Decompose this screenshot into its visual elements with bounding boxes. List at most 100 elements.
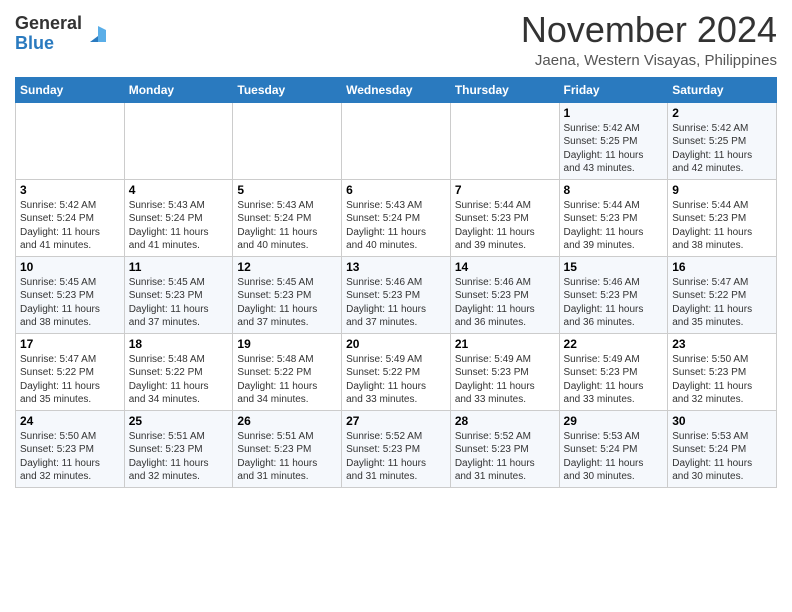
day-cell-30: 30 Sunrise: 5:53 AM Sunset: 5:24 PM Dayli… — [668, 410, 777, 487]
day-number: 26 — [237, 414, 337, 428]
day-number: 23 — [672, 337, 772, 351]
col-header-thursday: Thursday — [450, 77, 559, 102]
day-info: Sunrise: 5:48 AM Sunset: 5:22 PM Dayligh… — [237, 353, 337, 407]
location: Jaena, Western Visayas, Philippines — [521, 52, 777, 69]
day-info: Sunrise: 5:49 AM Sunset: 5:22 PM Dayligh… — [346, 353, 446, 407]
day-info: Sunrise: 5:42 AM Sunset: 5:25 PM Dayligh… — [564, 122, 664, 176]
logo: General Blue — [15, 10, 112, 54]
day-cell-16: 16Sunrise: 5:47 AM Sunset: 5:22 PM Dayli… — [668, 256, 777, 333]
day-cell-1: 1Sunrise: 5:42 AM Sunset: 5:25 PM Daylig… — [559, 102, 668, 179]
day-number: 3 — [20, 183, 120, 197]
week-row-1: 1Sunrise: 5:42 AM Sunset: 5:25 PM Daylig… — [16, 102, 777, 179]
day-number: 28 — [455, 414, 555, 428]
col-header-sunday: Sunday — [16, 77, 125, 102]
day-number: 6 — [346, 183, 446, 197]
empty-cell — [124, 102, 233, 179]
calendar-header: SundayMondayTuesdayWednesdayThursdayFrid… — [16, 77, 777, 102]
day-cell-20: 20 Sunrise: 5:49 AM Sunset: 5:22 PM Dayli… — [342, 333, 451, 410]
day-cell-12: 12 Sunrise: 5:45 AM Sunset: 5:23 PM Dayli… — [233, 256, 342, 333]
month-title: November 2024 — [521, 10, 777, 50]
day-cell-10: 10 Sunrise: 5:45 AM Sunset: 5:23 PM Dayli… — [16, 256, 125, 333]
day-cell-14: 14Sunrise: 5:46 AM Sunset: 5:23 PM Dayli… — [450, 256, 559, 333]
day-cell-5: 5 Sunrise: 5:43 AM Sunset: 5:24 PM Daylig… — [233, 179, 342, 256]
header: General Blue November 2024 Jaena, Wester… — [15, 10, 777, 69]
day-info: Sunrise: 5:53 AM Sunset: 5:24 PM Dayligh… — [672, 430, 772, 484]
day-number: 18 — [129, 337, 229, 351]
day-info: Sunrise: 5:44 AM Sunset: 5:23 PM Dayligh… — [455, 199, 555, 253]
day-cell-15: 15 Sunrise: 5:46 AM Sunset: 5:23 PM Dayli… — [559, 256, 668, 333]
day-number: 24 — [20, 414, 120, 428]
day-number: 8 — [564, 183, 664, 197]
day-number: 29 — [564, 414, 664, 428]
day-info: Sunrise: 5:42 AM Sunset: 5:24 PM Dayligh… — [20, 199, 120, 253]
title-area: November 2024 Jaena, Western Visayas, Ph… — [521, 10, 777, 69]
day-info: Sunrise: 5:52 AM Sunset: 5:23 PM Dayligh… — [455, 430, 555, 484]
day-cell-3: 3 Sunrise: 5:42 AM Sunset: 5:24 PM Daylig… — [16, 179, 125, 256]
day-number: 12 — [237, 260, 337, 274]
day-number: 21 — [455, 337, 555, 351]
day-info: Sunrise: 5:43 AM Sunset: 5:24 PM Dayligh… — [346, 199, 446, 253]
day-number: 30 — [672, 414, 772, 428]
day-info: Sunrise: 5:45 AM Sunset: 5:23 PM Dayligh… — [237, 276, 337, 330]
day-info: Sunrise: 5:42 AM Sunset: 5:25 PM Dayligh… — [672, 122, 772, 176]
empty-cell — [342, 102, 451, 179]
day-info: Sunrise: 5:49 AM Sunset: 5:23 PM Dayligh… — [455, 353, 555, 407]
day-cell-13: 13 Sunrise: 5:46 AM Sunset: 5:23 PM Dayli… — [342, 256, 451, 333]
col-header-friday: Friday — [559, 77, 668, 102]
day-info: Sunrise: 5:52 AM Sunset: 5:23 PM Dayligh… — [346, 430, 446, 484]
day-cell-7: 7 Sunrise: 5:44 AM Sunset: 5:23 PM Daylig… — [450, 179, 559, 256]
day-cell-27: 27 Sunrise: 5:52 AM Sunset: 5:23 PM Dayli… — [342, 410, 451, 487]
day-info: Sunrise: 5:44 AM Sunset: 5:23 PM Dayligh… — [672, 199, 772, 253]
day-info: Sunrise: 5:43 AM Sunset: 5:24 PM Dayligh… — [129, 199, 229, 253]
week-row-4: 17Sunrise: 5:47 AM Sunset: 5:22 PM Dayli… — [16, 333, 777, 410]
day-cell-11: 11Sunrise: 5:45 AM Sunset: 5:23 PM Dayli… — [124, 256, 233, 333]
day-info: Sunrise: 5:44 AM Sunset: 5:23 PM Dayligh… — [564, 199, 664, 253]
logo-general: General — [15, 14, 82, 34]
day-number: 9 — [672, 183, 772, 197]
week-row-5: 24 Sunrise: 5:50 AM Sunset: 5:23 PM Dayli… — [16, 410, 777, 487]
day-cell-9: 9 Sunrise: 5:44 AM Sunset: 5:23 PM Daylig… — [668, 179, 777, 256]
day-info: Sunrise: 5:43 AM Sunset: 5:24 PM Dayligh… — [237, 199, 337, 253]
day-info: Sunrise: 5:51 AM Sunset: 5:23 PM Dayligh… — [237, 430, 337, 484]
day-info: Sunrise: 5:50 AM Sunset: 5:23 PM Dayligh… — [20, 430, 120, 484]
week-row-2: 3 Sunrise: 5:42 AM Sunset: 5:24 PM Daylig… — [16, 179, 777, 256]
calendar-body: 1Sunrise: 5:42 AM Sunset: 5:25 PM Daylig… — [16, 102, 777, 487]
day-cell-23: 23Sunrise: 5:50 AM Sunset: 5:23 PM Dayli… — [668, 333, 777, 410]
col-header-saturday: Saturday — [668, 77, 777, 102]
empty-cell — [450, 102, 559, 179]
day-number: 17 — [20, 337, 120, 351]
day-info: Sunrise: 5:46 AM Sunset: 5:23 PM Dayligh… — [455, 276, 555, 330]
day-info: Sunrise: 5:45 AM Sunset: 5:23 PM Dayligh… — [20, 276, 120, 330]
day-number: 10 — [20, 260, 120, 274]
day-cell-6: 6 Sunrise: 5:43 AM Sunset: 5:24 PM Daylig… — [342, 179, 451, 256]
day-cell-29: 29Sunrise: 5:53 AM Sunset: 5:24 PM Dayli… — [559, 410, 668, 487]
col-header-wednesday: Wednesday — [342, 77, 451, 102]
day-number: 27 — [346, 414, 446, 428]
day-number: 5 — [237, 183, 337, 197]
day-cell-2: 2Sunrise: 5:42 AM Sunset: 5:25 PM Daylig… — [668, 102, 777, 179]
day-cell-24: 24 Sunrise: 5:50 AM Sunset: 5:23 PM Dayli… — [16, 410, 125, 487]
day-cell-18: 18 Sunrise: 5:48 AM Sunset: 5:22 PM Dayli… — [124, 333, 233, 410]
day-number: 13 — [346, 260, 446, 274]
day-number: 25 — [129, 414, 229, 428]
day-number: 4 — [129, 183, 229, 197]
day-number: 7 — [455, 183, 555, 197]
page: General Blue November 2024 Jaena, Wester… — [0, 0, 792, 503]
day-number: 20 — [346, 337, 446, 351]
col-header-monday: Monday — [124, 77, 233, 102]
day-number: 16 — [672, 260, 772, 274]
day-info: Sunrise: 5:46 AM Sunset: 5:23 PM Dayligh… — [346, 276, 446, 330]
day-cell-25: 25Sunrise: 5:51 AM Sunset: 5:23 PM Dayli… — [124, 410, 233, 487]
day-cell-4: 4 Sunrise: 5:43 AM Sunset: 5:24 PM Daylig… — [124, 179, 233, 256]
logo-text: General Blue — [15, 14, 82, 54]
day-info: Sunrise: 5:48 AM Sunset: 5:22 PM Dayligh… — [129, 353, 229, 407]
logo-blue: Blue — [15, 34, 82, 54]
day-cell-21: 21 Sunrise: 5:49 AM Sunset: 5:23 PM Dayli… — [450, 333, 559, 410]
day-info: Sunrise: 5:49 AM Sunset: 5:23 PM Dayligh… — [564, 353, 664, 407]
day-info: Sunrise: 5:46 AM Sunset: 5:23 PM Dayligh… — [564, 276, 664, 330]
week-row-3: 10 Sunrise: 5:45 AM Sunset: 5:23 PM Dayli… — [16, 256, 777, 333]
calendar: SundayMondayTuesdayWednesdayThursdayFrid… — [15, 77, 777, 488]
day-cell-22: 22Sunrise: 5:49 AM Sunset: 5:23 PM Dayli… — [559, 333, 668, 410]
empty-cell — [233, 102, 342, 179]
day-number: 15 — [564, 260, 664, 274]
